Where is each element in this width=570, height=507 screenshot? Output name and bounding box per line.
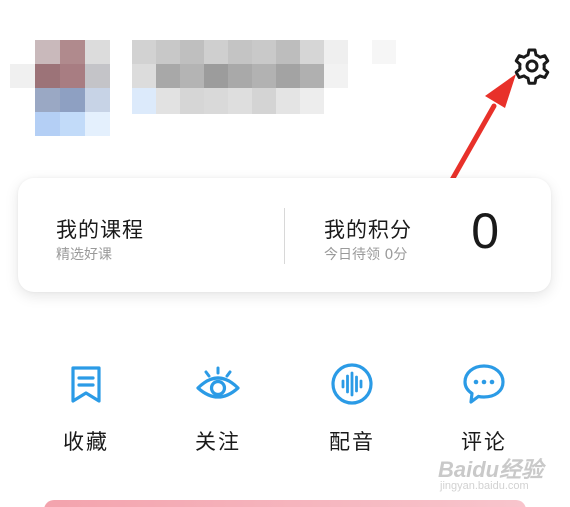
action-dubbing-label: 配音 — [329, 430, 375, 454]
my-courses-section[interactable]: 我的课程 精选好课 — [18, 178, 284, 292]
action-comments-label: 评论 — [461, 430, 507, 454]
profile-page: 我的课程 精选好课 我的积分 今日待领 0分 0 收藏 关注 配音 评论 Bai… — [0, 0, 570, 507]
settings-button[interactable] — [510, 44, 554, 88]
action-favorites-label: 收藏 — [63, 430, 109, 454]
points-value: 0 — [471, 203, 499, 259]
gear-icon — [514, 48, 550, 85]
action-dubbing[interactable]: 配音 — [302, 356, 402, 466]
watermark-url: jingyan.baidu.com — [440, 480, 529, 492]
eye-icon — [196, 366, 240, 399]
my-courses-title: 我的课程 — [56, 218, 144, 242]
action-following-label: 关注 — [195, 430, 241, 454]
my-courses-subtitle: 精选好课 — [56, 247, 112, 263]
promo-banner[interactable] — [44, 500, 526, 507]
summary-card: 我的课程 精选好课 我的积分 今日待领 0分 0 — [18, 178, 551, 292]
card-divider — [284, 208, 285, 264]
quick-actions: 收藏 关注 配音 评论 — [0, 356, 570, 466]
comment-icon — [463, 364, 505, 404]
my-points-subtitle: 今日待领 0分 — [324, 247, 408, 263]
my-points-title: 我的积分 — [324, 218, 412, 242]
action-comments[interactable]: 评论 — [434, 356, 534, 466]
username-blurred[interactable] — [132, 40, 396, 114]
bookmark-icon — [71, 366, 101, 403]
action-following[interactable]: 关注 — [168, 356, 268, 466]
voice-wave-icon — [331, 363, 373, 405]
avatar[interactable] — [10, 40, 110, 136]
action-favorites[interactable]: 收藏 — [36, 356, 136, 466]
my-points-section[interactable]: 我的积分 今日待领 0分 0 — [286, 178, 551, 292]
